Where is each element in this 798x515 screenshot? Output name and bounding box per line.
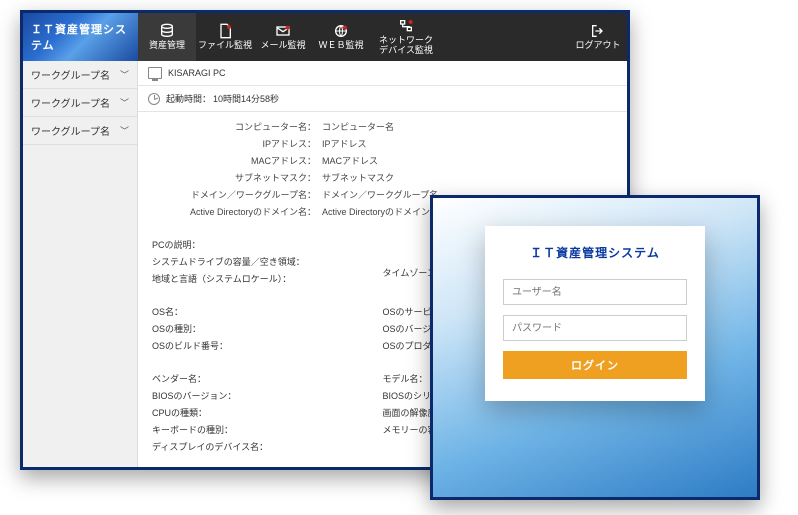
uptime-row: 起動時間： 10時間14分58秒 [138, 86, 627, 112]
nav-network[interactable]: ネットワーク デバイス監視 [370, 13, 442, 61]
sidebar-item[interactable]: ワークグループ名 ﹀ [23, 117, 137, 145]
pc-icon [148, 67, 162, 79]
chevron-down-icon: ﹀ [120, 68, 129, 81]
prop-value: MACアドレス [322, 154, 378, 167]
clock-icon [148, 93, 160, 105]
nav-spacer [442, 13, 569, 61]
nav-file[interactable]: ファイル監視 [196, 13, 254, 61]
prop-key: IPアドレス： [152, 137, 322, 150]
pc-name: KISARAGI PC [168, 68, 226, 78]
prop-value: サブネットマスク [322, 171, 394, 184]
prop-label: ベンダー名： [152, 370, 383, 387]
sidebar: ワークグループ名 ﹀ ワークグループ名 ﹀ ワークグループ名 ﹀ [23, 61, 138, 467]
login-button[interactable]: ログイン [503, 351, 687, 379]
prop-label: ディスプレイのデバイス名： [152, 438, 383, 455]
prop-key: コンピューター名： [152, 120, 322, 133]
nav-label: ログアウト [575, 41, 620, 51]
mail-icon [274, 23, 292, 39]
nav-label: ファイル監視 [198, 41, 252, 51]
sidebar-item-label: ワークグループ名 [31, 67, 110, 82]
prop-label: OS名： [152, 303, 383, 320]
prop-key: MACアドレス： [152, 154, 322, 167]
prop-row: コンピューター名：コンピューター名 [152, 118, 613, 135]
prop-label: CPUの種類： [152, 404, 383, 421]
brand-logo: ＩＴ資産管理システム [23, 13, 138, 61]
sidebar-item[interactable]: ワークグループ名 ﹀ [23, 61, 137, 89]
username-field[interactable] [503, 279, 687, 305]
prop-key: サブネットマスク： [152, 171, 322, 184]
database-icon [158, 23, 176, 39]
login-card: ＩＴ資産管理システム ログイン [485, 226, 705, 401]
prop-value: Active Directoryのドメイン名 [322, 205, 439, 218]
nav-label: メール監視 [260, 41, 305, 51]
globe-icon [332, 23, 350, 39]
prop-label: システムドライブの容量／空き領域： [152, 253, 383, 270]
nav-label: ＷＥＢ監視 [318, 41, 363, 51]
chevron-down-icon: ﹀ [120, 96, 129, 109]
nav-logout[interactable]: ログアウト [569, 13, 627, 61]
prop-label: キーボードの種別： [152, 421, 383, 438]
prop-label: PCの説明： [152, 236, 383, 253]
nav-label: 資産管理 [149, 41, 185, 51]
sidebar-item[interactable]: ワークグループ名 ﹀ [23, 89, 137, 117]
nav-web[interactable]: ＷＥＢ監視 [312, 13, 370, 61]
topbar: ＩＴ資産管理システム 資産管理 ファイル監視 メール監視 ＷＥＢ監視 ネットワー… [23, 13, 627, 61]
sidebar-item-label: ワークグループ名 [31, 95, 110, 110]
chevron-down-icon: ﹀ [120, 124, 129, 137]
prop-value: IPアドレス [322, 137, 367, 150]
nav-asset[interactable]: 資産管理 [138, 13, 196, 61]
prop-row: IPアドレス：IPアドレス [152, 135, 613, 152]
prop-row: MACアドレス：MACアドレス [152, 152, 613, 169]
uptime-value: 10時間14分58秒 [213, 92, 279, 105]
prop-key: Active Directoryのドメイン名： [152, 205, 322, 218]
nav-label: ネットワーク デバイス監視 [379, 36, 433, 56]
pc-row: KISARAGI PC [138, 61, 627, 86]
logout-icon [589, 23, 607, 39]
network-icon [397, 18, 415, 34]
prop-value: ドメイン／ワークグループ名 [322, 188, 438, 201]
prop-key: ドメイン／ワークグループ名： [152, 188, 322, 201]
prop-row: サブネットマスク：サブネットマスク [152, 169, 613, 186]
prop-label: 地域と言語（システムロケール）： [152, 270, 383, 287]
password-field[interactable] [503, 315, 687, 341]
login-window: ＩＴ資産管理システム ログイン [430, 195, 760, 500]
prop-label: OSのビルド番号： [152, 337, 383, 354]
prop-label: OSの種別： [152, 320, 383, 337]
prop-label: BIOSのバージョン： [152, 387, 383, 404]
prop-value: コンピューター名 [322, 120, 394, 133]
login-title: ＩＴ資産管理システム [503, 244, 687, 261]
uptime-label: 起動時間： [166, 92, 211, 105]
nav-mail[interactable]: メール監視 [254, 13, 312, 61]
document-icon [216, 23, 234, 39]
sidebar-item-label: ワークグループ名 [31, 123, 110, 138]
